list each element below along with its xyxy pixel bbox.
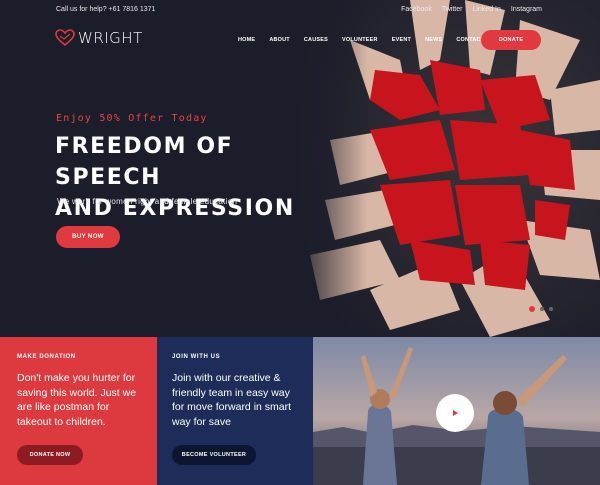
hero-section: Call us for help? +61 7816 1371 Facebook… bbox=[0, 0, 600, 337]
heart-logo-icon bbox=[55, 29, 75, 47]
headline-line-1: FREEDOM OF SPEECH bbox=[55, 134, 234, 190]
nav-item-about[interactable]: ABOUT bbox=[269, 37, 290, 43]
linkedin-link[interactable]: Linked In bbox=[472, 6, 500, 13]
nav-item-event[interactable]: EVENT bbox=[392, 37, 411, 43]
play-video-button[interactable] bbox=[436, 394, 474, 432]
main-nav: HOME ABOUT CAUSES VOLUNTEER EVENT NEWS C… bbox=[238, 37, 498, 43]
hero-hands-image bbox=[290, 0, 600, 337]
help-phone-text: Call us for help? +61 7816 1371 bbox=[56, 6, 156, 13]
slider-dot[interactable] bbox=[540, 307, 544, 311]
donation-eyebrow: MAKE DONATION bbox=[17, 354, 76, 360]
slider-dots bbox=[529, 306, 553, 312]
slider-dot-active[interactable] bbox=[529, 306, 535, 312]
volunteer-panel: JOIN WITH US Join with our creative & fr… bbox=[157, 337, 313, 485]
top-bar: Call us for help? +61 7816 1371 Facebook… bbox=[0, 0, 600, 20]
offer-text: Enjoy 50% Offer Today bbox=[56, 113, 208, 124]
site-logo[interactable]: WRIGHT bbox=[55, 29, 143, 47]
brand-name: WRIGHT bbox=[78, 29, 143, 47]
slider-dot[interactable] bbox=[549, 307, 553, 311]
nav-item-causes[interactable]: CAUSES bbox=[304, 37, 328, 43]
nav-item-volunteer[interactable]: VOLUNTEER bbox=[342, 37, 378, 43]
nav-item-news[interactable]: NEWS bbox=[425, 37, 442, 43]
play-icon bbox=[453, 410, 458, 416]
nav-item-home[interactable]: HOME bbox=[238, 37, 255, 43]
donation-panel: MAKE DONATION Don't make you hurter for … bbox=[0, 337, 157, 485]
facebook-link[interactable]: Facebook bbox=[401, 6, 432, 13]
become-volunteer-button[interactable]: BECOME VOLUNTEER bbox=[172, 445, 256, 465]
hero-subtext: We work for women right and female educa… bbox=[57, 197, 238, 206]
volunteer-copy: Join with our creative & friendly team i… bbox=[172, 372, 292, 428]
social-links: Facebook Twitter Linked In Instagram bbox=[401, 6, 542, 13]
hero-headline: FREEDOM OF SPEECH AND EXPRESSION bbox=[55, 131, 295, 224]
video-panel bbox=[313, 337, 600, 485]
donate-button[interactable]: DONATE bbox=[481, 30, 541, 50]
buy-now-button[interactable]: BUY NOW bbox=[56, 226, 120, 248]
instagram-link[interactable]: Instagram bbox=[511, 6, 542, 13]
donation-copy: Don't make you hurter for saving this wo… bbox=[17, 372, 137, 428]
volunteer-eyebrow: JOIN WITH US bbox=[172, 354, 221, 360]
twitter-link[interactable]: Twitter bbox=[442, 6, 463, 13]
donate-now-button[interactable]: DONATE NOW bbox=[17, 445, 83, 465]
